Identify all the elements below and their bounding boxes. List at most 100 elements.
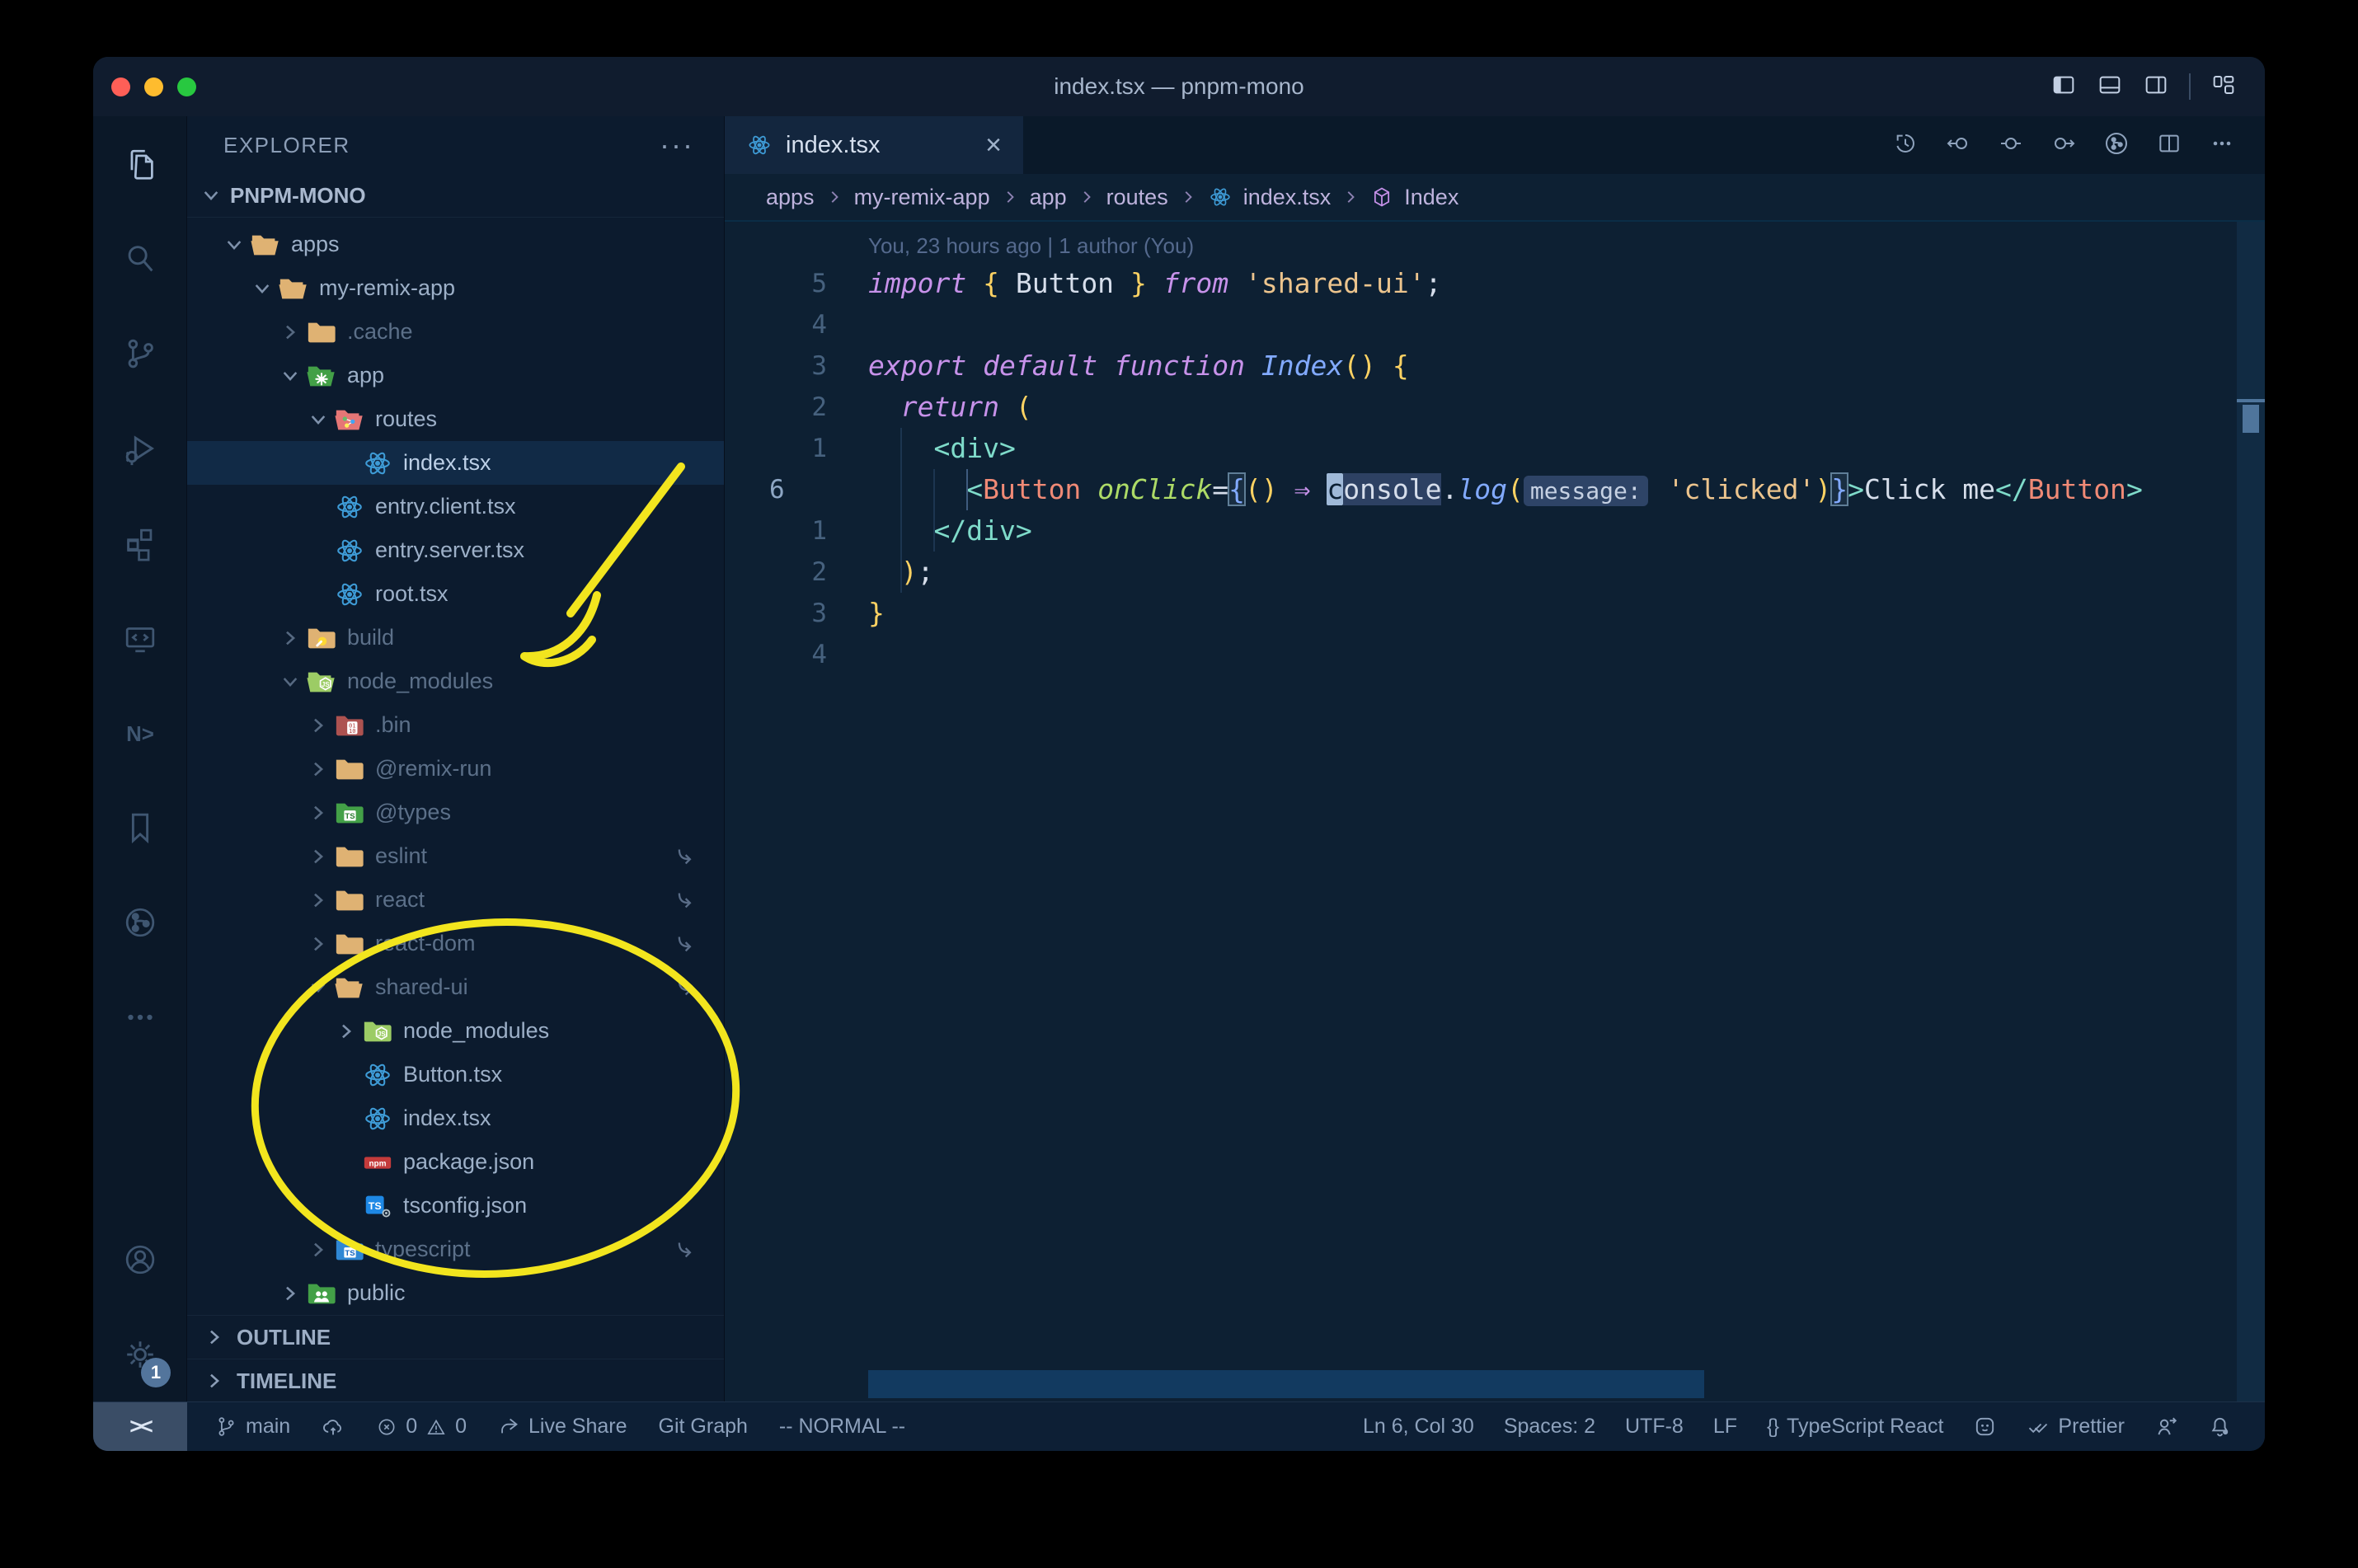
git-branch-status[interactable]: main xyxy=(215,1415,290,1439)
indentation-status[interactable]: Spaces: 2 xyxy=(1504,1415,1595,1439)
prettier-status[interactable]: Prettier xyxy=(2027,1415,2125,1439)
code-line[interactable]: 4 xyxy=(725,304,2232,345)
tree-item-typescript[interactable]: TS typescript xyxy=(187,1228,724,1271)
chevron-right-icon[interactable] xyxy=(304,1236,332,1264)
chevron-right-icon[interactable] xyxy=(304,799,332,827)
toggle-primary-sidebar-icon[interactable] xyxy=(2050,72,2077,102)
tree-item-tsconfig.json[interactable]: TS tsconfig.json xyxy=(187,1184,724,1228)
chevron-right-icon[interactable] xyxy=(304,843,332,871)
more-views-icon[interactable] xyxy=(93,969,186,1064)
code-line[interactable]: 5 import { Button } from 'shared-ui'; xyxy=(725,263,2232,304)
chevron-right-icon[interactable] xyxy=(304,886,332,914)
toggle-panel-icon[interactable] xyxy=(2097,72,2123,102)
history-icon[interactable] xyxy=(1892,130,1919,161)
tree-item-.bin[interactable]: 01 10 .bin xyxy=(187,703,724,747)
live-share-button[interactable]: Live Share xyxy=(498,1415,627,1439)
tree-item-public[interactable]: public xyxy=(187,1271,724,1315)
chevron-down-icon[interactable] xyxy=(276,362,304,390)
notifications-button[interactable] xyxy=(2208,1415,2232,1439)
breadcrumb-routes[interactable]: routes xyxy=(1106,185,1168,210)
tree-item-node_modules[interactable]: JS node_modules xyxy=(187,660,724,703)
tree-item-build[interactable]: build xyxy=(187,616,724,660)
cursor-position-status[interactable]: Ln 6, Col 30 xyxy=(1363,1415,1474,1439)
run-debug-icon[interactable] xyxy=(93,401,186,495)
encoding-status[interactable]: UTF-8 xyxy=(1625,1415,1684,1439)
chevron-down-icon[interactable] xyxy=(304,406,332,434)
code-line[interactable]: 1 <div> xyxy=(725,428,2232,469)
tree-item-my-remix-app[interactable]: my-remix-app xyxy=(187,266,724,310)
settings-gear-icon[interactable]: 1 xyxy=(93,1307,186,1401)
minimize-window-button[interactable] xyxy=(144,77,163,96)
remote-indicator[interactable]: >< xyxy=(93,1402,187,1451)
tree-item-@types[interactable]: TS @types xyxy=(187,791,724,834)
more-actions-icon[interactable] xyxy=(2209,130,2235,161)
vertical-scrollbar[interactable] xyxy=(2237,222,2265,1401)
code-line[interactable]: 2 ); xyxy=(725,552,2232,593)
zoom-window-button[interactable] xyxy=(177,77,196,96)
tree-item-@remix-run[interactable]: @remix-run xyxy=(187,747,724,791)
code-line[interactable]: 3} xyxy=(725,593,2232,634)
sync-changes-button[interactable] xyxy=(322,1415,345,1439)
tree-item-package.json[interactable]: npm package.json xyxy=(187,1140,724,1184)
code-line[interactable]: 4 xyxy=(725,634,2232,675)
chevron-down-icon[interactable] xyxy=(248,275,276,303)
nx-console-icon[interactable]: N> xyxy=(93,685,186,780)
git-graph-button[interactable]: Git Graph xyxy=(659,1415,748,1439)
chevron-right-icon[interactable] xyxy=(276,624,304,652)
tree-item-Button.tsx[interactable]: Button.tsx xyxy=(187,1053,724,1096)
tree-item-react-dom[interactable]: react-dom xyxy=(187,922,724,965)
chevron-right-icon[interactable] xyxy=(332,1017,360,1045)
explorer-more-actions-icon[interactable]: ··· xyxy=(660,130,694,160)
breadcrumb-symbol-index[interactable]: Index xyxy=(1404,185,1458,210)
problems-status[interactable]: 0 0 xyxy=(376,1415,467,1439)
bookmarks-icon[interactable] xyxy=(93,780,186,875)
git-graph-icon[interactable] xyxy=(2103,130,2130,161)
tab-index-tsx[interactable]: index.tsx × xyxy=(725,116,1023,174)
chevron-down-icon[interactable] xyxy=(220,231,248,259)
breadcrumb-index-tsx[interactable]: index.tsx xyxy=(1243,185,1332,210)
horizontal-scrollbar[interactable] xyxy=(868,1370,1704,1398)
tree-item-node_modules[interactable]: JS node_modules xyxy=(187,1009,724,1053)
current-position-icon[interactable] xyxy=(1998,130,2024,161)
github-button[interactable] xyxy=(1973,1415,1997,1439)
code-editor[interactable]: You, 23 hours ago | 1 author (You) 5 impo… xyxy=(725,222,2265,1401)
chevron-right-icon[interactable] xyxy=(304,930,332,958)
explorer-icon[interactable] xyxy=(93,116,186,211)
eol-status[interactable]: LF xyxy=(1713,1415,1737,1439)
git-graph-view-icon[interactable] xyxy=(93,875,186,969)
remote-explorer-icon[interactable] xyxy=(93,590,186,685)
extensions-icon[interactable] xyxy=(93,495,186,590)
tree-item-.cache[interactable]: .cache xyxy=(187,310,724,354)
vim-mode-indicator[interactable]: -- NORMAL -- xyxy=(779,1415,905,1439)
go-back-icon[interactable] xyxy=(1945,130,1971,161)
tree-item-routes[interactable]: routes xyxy=(187,397,724,441)
tree-item-index.tsx[interactable]: index.tsx xyxy=(187,441,724,485)
chevron-right-icon[interactable] xyxy=(304,711,332,739)
breadcrumb-apps[interactable]: apps xyxy=(766,185,815,210)
language-mode-status[interactable]: {} TypeScript React xyxy=(1767,1415,1943,1439)
timeline-section-header[interactable]: TIMELINE xyxy=(187,1359,724,1401)
close-tab-icon[interactable]: × xyxy=(985,129,1002,162)
go-forward-icon[interactable] xyxy=(2050,130,2077,161)
project-section-header[interactable]: PNPM-MONO xyxy=(187,174,724,218)
code-line[interactable]: 6 <Button onClick={() ⇒ console.log(mess… xyxy=(725,469,2232,510)
close-window-button[interactable] xyxy=(111,77,130,96)
tree-item-app[interactable]: app xyxy=(187,354,724,397)
search-icon[interactable] xyxy=(93,211,186,306)
chevron-down-icon[interactable] xyxy=(304,974,332,1002)
chevron-right-icon[interactable] xyxy=(276,318,304,346)
tree-item-root.tsx[interactable]: root.tsx xyxy=(187,572,724,616)
accounts-icon[interactable] xyxy=(93,1212,186,1307)
tree-item-index.tsx[interactable]: index.tsx xyxy=(187,1096,724,1140)
tree-item-apps[interactable]: apps xyxy=(187,223,724,266)
tree-item-react[interactable]: react xyxy=(187,878,724,922)
split-editor-icon[interactable] xyxy=(2156,130,2182,161)
code-line[interactable]: 1 </div> xyxy=(725,510,2232,552)
tree-item-entry.server.tsx[interactable]: entry.server.tsx xyxy=(187,528,724,572)
chevron-right-icon[interactable] xyxy=(304,755,332,783)
outline-section-header[interactable]: OUTLINE xyxy=(187,1315,724,1359)
code-line[interactable]: 2 return ( xyxy=(725,387,2232,428)
source-control-icon[interactable] xyxy=(93,306,186,401)
chevron-right-icon[interactable] xyxy=(276,1279,304,1307)
breadcrumb-my-remix-app[interactable]: my-remix-app xyxy=(854,185,990,210)
